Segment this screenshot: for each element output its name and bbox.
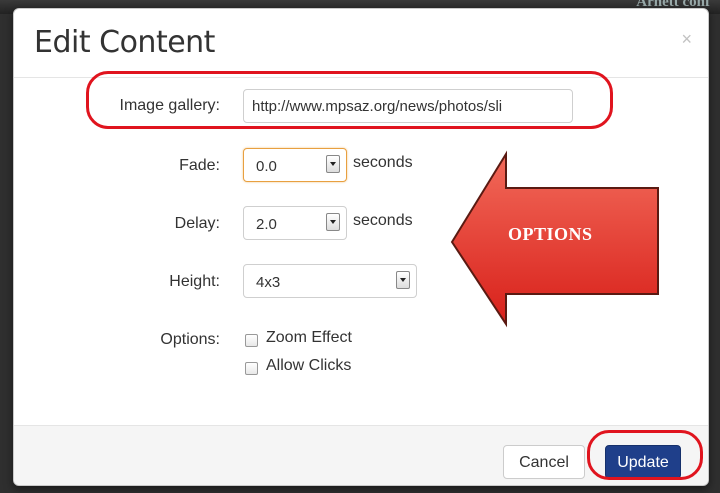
fade-value: 0.0 [256, 158, 277, 175]
fade-select[interactable]: 0.0 [243, 148, 347, 182]
close-icon[interactable]: × [681, 29, 692, 50]
update-highlight-ring [587, 430, 703, 480]
delay-value: 2.0 [256, 216, 277, 233]
dialog-title: Edit Content [34, 25, 215, 60]
chevron-down-icon[interactable] [396, 271, 410, 289]
options-arrow-label: OPTIONS [508, 224, 593, 244]
cancel-button[interactable]: Cancel [503, 445, 585, 479]
chevron-down-icon[interactable] [326, 213, 340, 231]
zoom-effect-label[interactable]: Zoom Effect [266, 329, 352, 347]
height-label: Height: [169, 273, 220, 290]
dialog-header: Edit Content × [14, 9, 708, 78]
height-select[interactable]: 4x3 [243, 264, 417, 298]
options-label: Options: [160, 331, 220, 348]
delay-unit: seconds [353, 212, 413, 229]
fade-unit: seconds [353, 154, 413, 171]
chevron-down-icon[interactable] [326, 155, 340, 173]
delay-select[interactable]: 2.0 [243, 206, 347, 240]
height-value: 4x3 [256, 274, 281, 291]
image-gallery-highlight-ring [86, 71, 613, 129]
zoom-effect-checkbox[interactable] [245, 334, 258, 347]
allow-clicks-checkbox[interactable] [245, 362, 258, 375]
fade-label: Fade: [179, 157, 220, 174]
delay-label: Delay: [174, 215, 220, 232]
allow-clicks-label[interactable]: Allow Clicks [266, 357, 351, 375]
